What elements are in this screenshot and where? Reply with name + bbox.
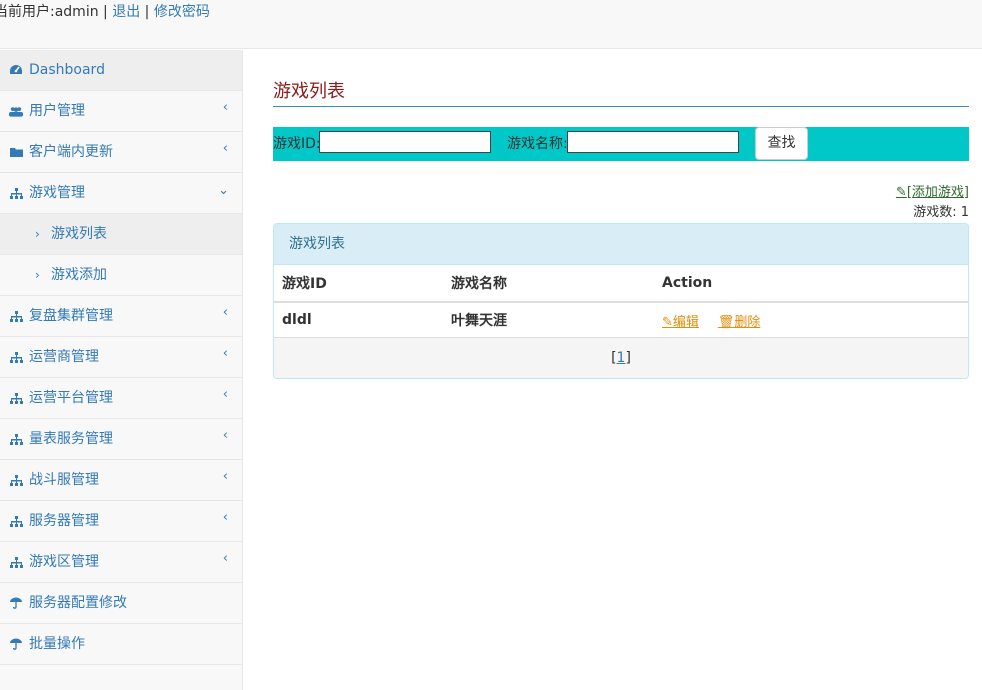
separator: |: [98, 4, 113, 20]
chevron-left-icon: ‹: [222, 346, 228, 361]
sidebar-item-label: 客户端内更新: [29, 144, 113, 160]
chevron-left-icon: ‹: [222, 551, 228, 566]
sidebar-item-game-management[interactable]: 游戏管理 ⌄: [0, 173, 242, 214]
chevron-left-icon: ‹: [222, 510, 228, 525]
game-name-cell: 叶舞天涯: [443, 302, 654, 338]
sidebar-item-label: 复盘集群管理: [29, 308, 113, 324]
sidebar-item-operator[interactable]: 运营商管理 ‹: [0, 337, 242, 378]
main-content: 游戏列表 游戏ID: 游戏名称: 查找 ✎[添加游戏] 游戏数: 1 游戏列表 …: [273, 50, 969, 379]
top-bar: 当前用户:admin | 退出 | 修改密码: [0, 0, 982, 49]
game-id-input[interactable]: [319, 131, 491, 153]
sitemap-icon: [9, 460, 23, 500]
sidebar-item-label: 游戏列表: [51, 226, 107, 242]
sidebar-subitem-game-list[interactable]: › 游戏列表: [0, 214, 242, 255]
table-header-row: 游戏ID 游戏名称 Action: [274, 265, 968, 303]
sitemap-icon: [9, 419, 23, 459]
chevron-left-icon: ‹: [222, 141, 228, 156]
sidebar-item-server[interactable]: 服务器管理 ‹: [0, 501, 242, 542]
sidebar-item-battle-server[interactable]: 战斗服管理 ‹: [0, 460, 242, 501]
sitemap-icon: [9, 296, 23, 336]
trash-icon: 🗑: [717, 314, 735, 330]
game-count: 游戏数: 1: [913, 205, 969, 220]
panel-title: 游戏列表: [274, 224, 968, 265]
add-game-link[interactable]: ✎[添加游戏]: [896, 181, 969, 200]
column-header: 游戏名称: [443, 265, 654, 303]
edit-icon: ✎: [662, 314, 673, 330]
logout-link[interactable]: 退出: [112, 4, 140, 20]
edit-button[interactable]: ✎编辑: [662, 315, 699, 330]
game-list-panel: 游戏列表 游戏ID 游戏名称 Action dldl 叶舞天涯 ✎编辑 🗑删除: [273, 223, 969, 379]
column-header: Action: [654, 265, 968, 303]
separator: |: [140, 4, 154, 20]
search-bar: 游戏ID: 游戏名称: 查找: [273, 127, 969, 161]
sitemap-icon: [9, 173, 23, 213]
sidebar-item-server-config[interactable]: 服务器配置修改: [0, 583, 242, 624]
chevron-right-icon: ›: [35, 268, 40, 282]
dashboard-icon: [9, 50, 23, 90]
delete-button[interactable]: 🗑删除: [718, 315, 761, 330]
sidebar-item-label: 量表服务管理: [29, 431, 113, 447]
game-id-label: 游戏ID:: [273, 136, 321, 152]
chevron-left-icon: ‹: [222, 387, 228, 402]
delete-label: 删除: [734, 314, 761, 330]
sidebar-item-label: 游戏区管理: [29, 554, 99, 570]
sidebar-item-game-zone[interactable]: 游戏区管理 ‹: [0, 542, 242, 583]
sidebar-item-label: 游戏管理: [29, 185, 85, 201]
game-name-label: 游戏名称:: [507, 136, 568, 152]
sidebar-item-label: 运营平台管理: [29, 390, 113, 406]
add-game-label: [添加游戏]: [906, 185, 969, 200]
edit-label: 编辑: [672, 314, 699, 330]
sidebar-item-label: Dashboard: [29, 62, 105, 78]
action-area: ✎[添加游戏] 游戏数: 1: [273, 181, 969, 221]
game-table: 游戏ID 游戏名称 Action dldl 叶舞天涯 ✎编辑 🗑删除: [274, 265, 968, 338]
search-button[interactable]: 查找: [755, 127, 808, 160]
current-user-label: 当前用户:admin: [0, 4, 99, 20]
chevron-left-icon: ‹: [222, 100, 228, 115]
sitemap-icon: [9, 378, 23, 418]
sitemap-icon: [9, 337, 23, 377]
pagination: [1]: [274, 338, 968, 378]
column-header: 游戏ID: [274, 265, 443, 303]
sidebar-item-label: 运营商管理: [29, 349, 99, 365]
user-line: 当前用户:admin | 退出 | 修改密码: [0, 1, 210, 21]
game-name-input[interactable]: [567, 131, 739, 153]
chevron-left-icon: ‹: [222, 428, 228, 443]
chevron-left-icon: ‹: [222, 305, 228, 320]
table-row: dldl 叶舞天涯 ✎编辑 🗑删除: [274, 302, 968, 338]
sidebar-item-label: 游戏添加: [51, 267, 107, 283]
umbrella-icon: [9, 583, 23, 623]
chevron-right-icon: ›: [35, 227, 40, 241]
sitemap-icon: [9, 542, 23, 582]
chevron-left-icon: ‹: [222, 469, 228, 484]
umbrella-icon: [9, 624, 23, 664]
sidebar-item-scale-service[interactable]: 量表服务管理 ‹: [0, 419, 242, 460]
sidebar-item-label: 战斗服管理: [29, 472, 99, 488]
sidebar-item-users[interactable]: 用户管理 ‹: [0, 91, 242, 132]
sidebar-item-label: 服务器配置修改: [29, 595, 127, 611]
sidebar-subitem-game-add[interactable]: › 游戏添加: [0, 255, 242, 296]
change-password-link[interactable]: 修改密码: [154, 4, 210, 20]
sidebar-item-label: 批量操作: [29, 636, 85, 652]
action-cell: ✎编辑 🗑删除: [654, 302, 968, 338]
sidebar-item-label: 用户管理: [29, 103, 85, 119]
sidebar-item-client-update[interactable]: 客户端内更新 ‹: [0, 132, 242, 173]
page-title: 游戏列表: [273, 80, 969, 107]
sidebar-item-label: 服务器管理: [29, 513, 99, 529]
sidebar: Dashboard 用户管理 ‹ 客户端内更新 ‹ 游戏管理 ⌄ › 游戏列表 …: [0, 50, 243, 690]
sidebar-item-platform[interactable]: 运营平台管理 ‹: [0, 378, 242, 419]
game-id-cell: dldl: [274, 302, 443, 338]
chevron-down-icon: ⌄: [218, 183, 229, 198]
edit-icon: ✎: [895, 185, 907, 200]
sidebar-item-replay-cluster[interactable]: 复盘集群管理 ‹: [0, 296, 242, 337]
sidebar-item-batch-ops[interactable]: 批量操作: [0, 624, 242, 665]
sidebar-item-dashboard[interactable]: Dashboard: [0, 50, 242, 91]
pagination-bracket: ]: [625, 350, 631, 366]
users-icon: [9, 91, 23, 131]
sitemap-icon: [9, 501, 23, 541]
folder-icon: [9, 132, 23, 172]
